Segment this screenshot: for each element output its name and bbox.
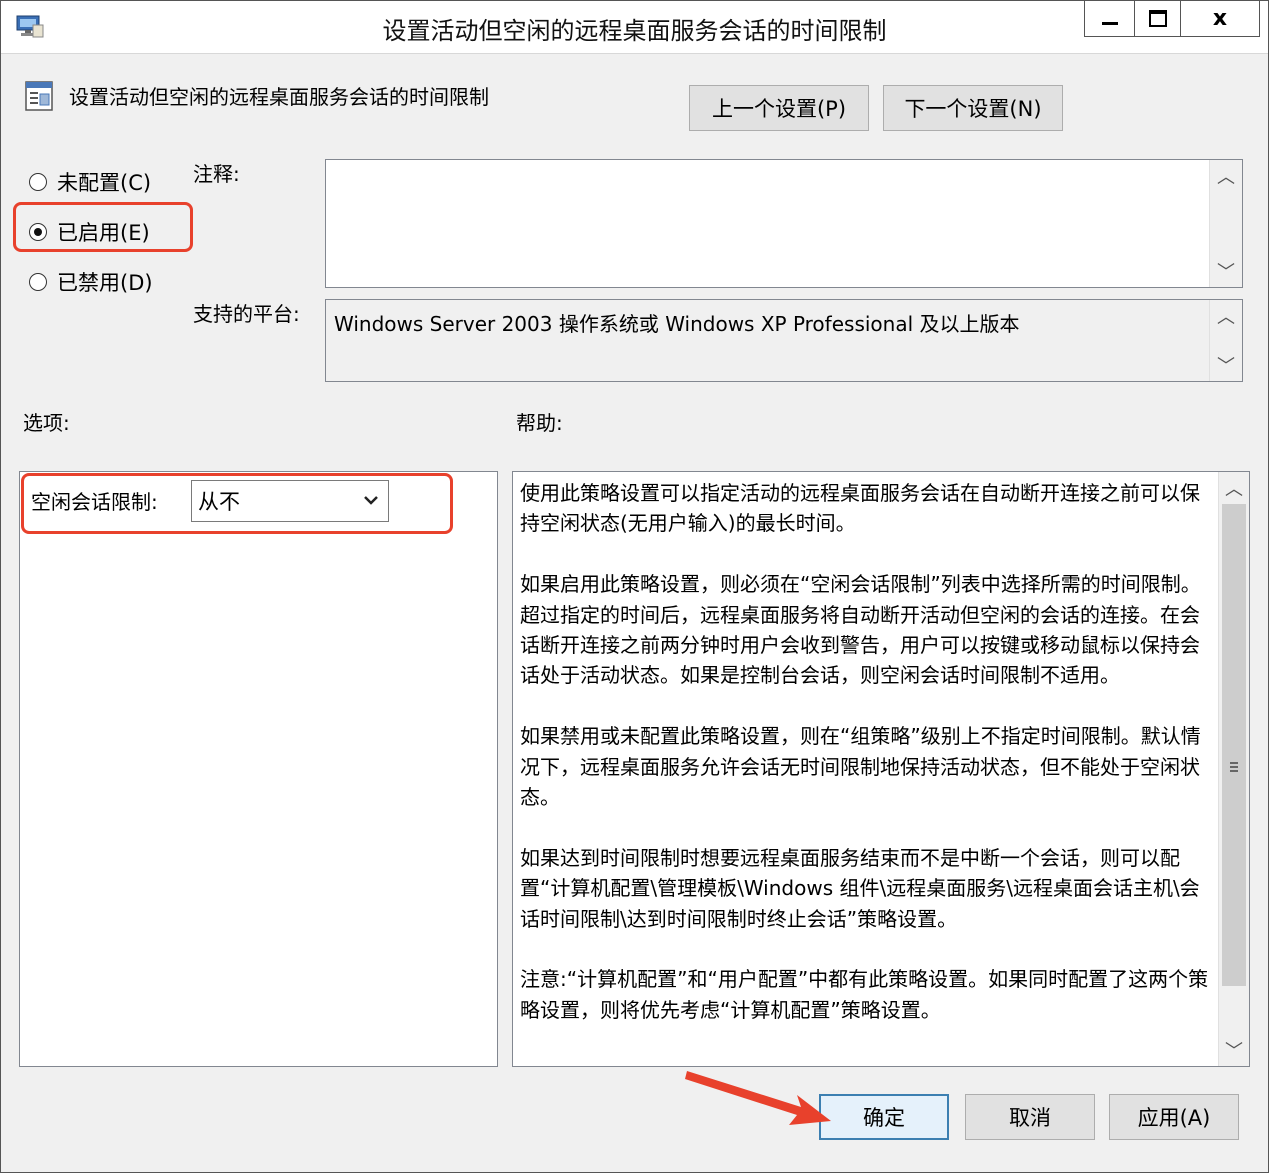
policy-name: 设置活动但空闲的远程桌面服务会话的时间限制 — [69, 85, 489, 109]
chevron-up-icon[interactable]: ︿ — [1210, 300, 1242, 332]
radio-disabled[interactable]: 已禁用(D) — [29, 267, 153, 297]
radio-disabled-circle[interactable] — [29, 273, 47, 291]
maximize-icon — [1148, 10, 1167, 27]
help-scrollbar[interactable]: ︿ ﹀ — [1218, 472, 1249, 1066]
platform-value: Windows Server 2003 操作系统或 Windows XP Pro… — [334, 312, 1020, 336]
platform-label: 支持的平台: — [193, 302, 300, 326]
minimize-button[interactable] — [1084, 1, 1134, 37]
help-section-label: 帮助: — [516, 411, 563, 435]
platform-textbox: Windows Server 2003 操作系统或 Windows XP Pro… — [325, 299, 1243, 382]
apply-button[interactable]: 应用(A) — [1109, 1094, 1239, 1140]
comment-label: 注释: — [193, 162, 240, 186]
options-pane — [19, 471, 498, 1067]
window-title: 设置活动但空闲的远程桌面服务会话的时间限制 — [382, 17, 887, 45]
help-paragraph: 如果禁用或未配置此策略设置，则在“组策略”级别上不指定时间限制。默认情况下，远程… — [520, 724, 1201, 810]
cancel-button[interactable]: 取消 — [965, 1094, 1095, 1140]
close-button[interactable]: x — [1180, 1, 1260, 37]
close-icon: x — [1212, 6, 1228, 31]
chevron-down-icon[interactable]: ﹀ — [1219, 1034, 1249, 1066]
help-pane: 使用此策略设置可以指定活动的远程桌面服务会话在自动断开连接之前可以保持空闲状态(… — [512, 471, 1250, 1067]
minimize-icon — [1101, 22, 1118, 25]
radio-enabled-circle[interactable] — [29, 223, 47, 241]
radio-enabled-label: 已启用(E) — [57, 221, 150, 245]
policy-dialog: 设置活动但空闲的远程桌面服务会话的时间限制 x 设置活动但空闲的远程桌面服务会话… — [0, 0, 1269, 1173]
chevron-up-icon[interactable]: ︿ — [1219, 472, 1249, 504]
radio-enabled[interactable]: 已启用(E) — [29, 217, 150, 247]
help-paragraph: 注意:“计算机配置”和“用户配置”中都有此策略设置。如果同时配置了这两个策略设置… — [520, 967, 1209, 1022]
options-section-label: 选项: — [23, 411, 70, 435]
platform-scrollbar[interactable]: ︿ ﹀ — [1209, 300, 1242, 381]
chevron-up-icon[interactable]: ︿ — [1210, 160, 1242, 192]
chevron-down-icon[interactable]: ﹀ — [1210, 349, 1242, 381]
help-scroll-thumb[interactable] — [1222, 504, 1246, 986]
next-setting-button[interactable]: 下一个设置(N) — [883, 85, 1063, 131]
maximize-button[interactable] — [1134, 1, 1180, 37]
annotation-highlight-idle-limit — [21, 473, 453, 534]
annotation-arrow-icon — [685, 1071, 831, 1125]
comment-textbox[interactable]: ︿ ﹀ — [325, 159, 1243, 288]
previous-setting-button[interactable]: 上一个设置(P) — [689, 85, 869, 131]
help-paragraph: 如果达到时间限制时想要远程桌面服务结束而不是中断一个会话，则可以配置“计算机配置… — [520, 845, 1200, 931]
help-text: 使用此策略设置可以指定活动的远程桌面服务会话在自动断开连接之前可以保持空闲状态(… — [520, 478, 1214, 1056]
help-paragraph: 如果启用此策略设置，则必须在“空闲会话限制”列表中选择所需的时间限制。超过指定的… — [520, 572, 1201, 688]
help-paragraph: 使用此策略设置可以指定活动的远程桌面服务会话在自动断开连接之前可以保持空闲状态(… — [520, 481, 1200, 536]
chevron-down-icon[interactable]: ﹀ — [1210, 255, 1242, 287]
title-bar[interactable]: 设置活动但空闲的远程桌面服务会话的时间限制 x — [1, 1, 1268, 54]
radio-not-configured[interactable]: 未配置(C) — [29, 167, 151, 197]
radio-not-configured-circle[interactable] — [29, 173, 47, 191]
grip-icon — [1230, 762, 1238, 772]
radio-disabled-label: 已禁用(D) — [57, 271, 153, 295]
policy-setting-icon — [25, 81, 53, 111]
comment-scrollbar[interactable]: ︿ ﹀ — [1209, 160, 1242, 287]
window-controls: x — [1084, 1, 1260, 39]
radio-not-configured-label: 未配置(C) — [57, 171, 152, 195]
